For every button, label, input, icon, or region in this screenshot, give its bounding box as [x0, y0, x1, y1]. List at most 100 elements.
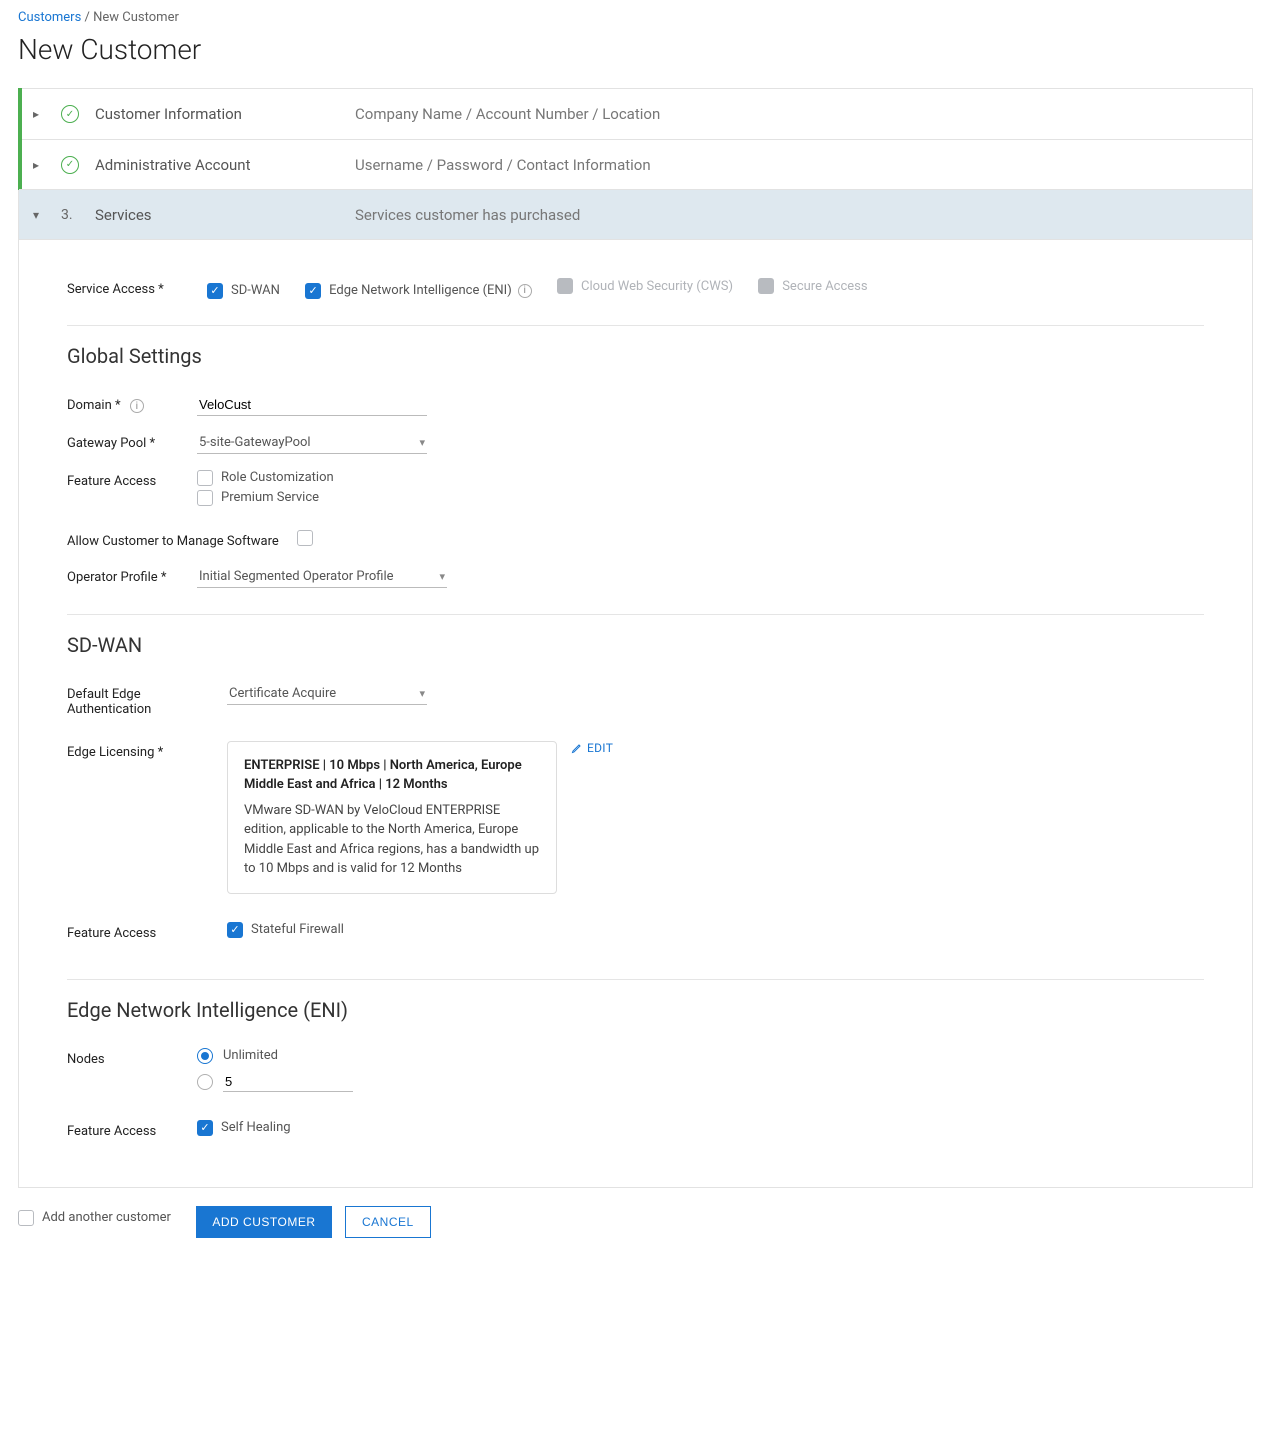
- checkbox-checked-icon: ✓: [227, 922, 243, 938]
- operator-profile-select[interactable]: Initial Segmented Operator Profile ▾: [197, 566, 447, 588]
- step-desc: Company Name / Account Number / Location: [355, 105, 660, 123]
- sdwan-feature-access-label: Feature Access: [67, 922, 227, 941]
- chk-sdwan-label: SD-WAN: [231, 283, 280, 298]
- step-title: Administrative Account: [95, 156, 355, 174]
- step-title: Services: [95, 206, 355, 224]
- gateway-pool-row: Gateway Pool * 5-site-GatewayPool ▾: [67, 424, 1204, 462]
- edit-license-link[interactable]: EDIT: [571, 741, 613, 755]
- edge-licensing-row: Edge Licensing * ENTERPRISE | 10 Mbps | …: [67, 725, 1204, 902]
- stepper: ▸ ✓ Customer Information Company Name / …: [18, 88, 1253, 1188]
- service-access-row: Service Access * ✓ SD-WAN ✓ Edge Network…: [67, 270, 1204, 307]
- license-title: ENTERPRISE | 10 Mbps | North America, Eu…: [244, 756, 540, 795]
- chk-premium-service-label: Premium Service: [221, 490, 319, 505]
- chevron-down-icon: ▾: [33, 208, 47, 222]
- radio-selected-icon: [197, 1048, 213, 1064]
- breadcrumb-current: New Customer: [93, 10, 179, 25]
- checkbox-disabled-icon: [758, 278, 774, 294]
- default-edge-auth-value: Certificate Acquire: [229, 686, 336, 701]
- node-count-input[interactable]: [223, 1072, 353, 1092]
- radio-unselected-icon: [197, 1074, 213, 1090]
- domain-input[interactable]: [197, 394, 427, 416]
- checkbox-checked-icon: ✓: [207, 283, 223, 299]
- chk-add-another[interactable]: Add another customer: [18, 1210, 171, 1226]
- checkbox-unchecked-icon: [197, 470, 213, 486]
- chk-add-another-label: Add another customer: [42, 1210, 171, 1225]
- footer: Add another customer ADD CUSTOMER CANCEL: [18, 1188, 1253, 1238]
- chevron-down-icon: ▾: [439, 570, 445, 583]
- domain-row: Domain * i: [67, 386, 1204, 424]
- breadcrumb-sep: /: [81, 10, 93, 25]
- default-edge-auth-row: Default Edge Authentication Certificate …: [67, 675, 1204, 725]
- allow-manage-row: Allow Customer to Manage Software: [67, 514, 1204, 558]
- feature-access-row: Feature Access Role Customization Premiu…: [67, 462, 1204, 514]
- default-edge-auth-label: Default Edge Authentication: [67, 683, 227, 717]
- checkbox-disabled-icon: [557, 278, 573, 294]
- default-edge-auth-select[interactable]: Certificate Acquire ▾: [227, 683, 427, 705]
- radio-unlimited-label: Unlimited: [223, 1048, 278, 1063]
- allow-manage-label: Allow Customer to Manage Software: [67, 530, 297, 549]
- chk-cws[interactable]: Cloud Web Security (CWS): [557, 278, 733, 294]
- nodes-label: Nodes: [67, 1048, 197, 1067]
- service-access-label: Service Access *: [67, 278, 207, 297]
- chk-self-healing[interactable]: ✓ Self Healing: [197, 1120, 291, 1136]
- check-circle-icon: ✓: [61, 105, 79, 123]
- step-customer-information[interactable]: ▸ ✓ Customer Information Company Name / …: [19, 89, 1252, 139]
- operator-profile-value: Initial Segmented Operator Profile: [199, 569, 394, 584]
- chevron-down-icon: ▾: [419, 687, 425, 700]
- eni-feature-access-row: Feature Access ✓ Self Healing: [67, 1108, 1204, 1147]
- info-icon[interactable]: i: [130, 399, 144, 413]
- step-services[interactable]: ▾ 3. Services Services customer has purc…: [19, 189, 1252, 239]
- step-number: 3.: [61, 207, 79, 223]
- step-title: Customer Information: [95, 105, 355, 123]
- eni-feature-access-label: Feature Access: [67, 1120, 197, 1139]
- step-desc: Username / Password / Contact Informatio…: [355, 156, 651, 174]
- chk-premium-service[interactable]: Premium Service: [197, 490, 1182, 506]
- chk-eni-label: Edge Network Intelligence (ENI): [329, 283, 512, 298]
- checkbox-checked-icon: ✓: [305, 283, 321, 299]
- eni-title: Edge Network Intelligence (ENI): [67, 998, 1204, 1022]
- checkbox-unchecked-icon: [18, 1210, 34, 1226]
- gateway-pool-label: Gateway Pool *: [67, 432, 197, 451]
- chk-stateful-firewall-label: Stateful Firewall: [251, 922, 344, 937]
- sdwan-feature-access-row: Feature Access ✓ Stateful Firewall: [67, 902, 1204, 949]
- chk-role-customization-label: Role Customization: [221, 470, 334, 485]
- divider: [67, 614, 1204, 615]
- chk-role-customization[interactable]: Role Customization: [197, 470, 1182, 486]
- edit-label: EDIT: [587, 741, 613, 755]
- feature-access-label: Feature Access: [67, 470, 197, 489]
- chk-stateful-firewall[interactable]: ✓ Stateful Firewall: [227, 922, 344, 938]
- chk-cws-label: Cloud Web Security (CWS): [581, 279, 733, 294]
- chevron-right-icon: ▸: [33, 158, 47, 172]
- breadcrumb: Customers / New Customer: [18, 10, 1253, 25]
- license-card: ENTERPRISE | 10 Mbps | North America, Eu…: [227, 741, 557, 894]
- step-admin-account[interactable]: ▸ ✓ Administrative Account Username / Pa…: [19, 139, 1252, 189]
- breadcrumb-root-link[interactable]: Customers: [18, 10, 81, 25]
- chk-secure-access[interactable]: Secure Access: [758, 278, 867, 294]
- check-circle-icon: ✓: [61, 156, 79, 174]
- chk-secure-access-label: Secure Access: [782, 279, 867, 294]
- chk-eni[interactable]: ✓ Edge Network Intelligence (ENI) i: [305, 283, 532, 299]
- gateway-pool-select[interactable]: 5-site-GatewayPool ▾: [197, 432, 427, 454]
- global-settings-title: Global Settings: [67, 344, 1204, 368]
- chk-self-healing-label: Self Healing: [221, 1120, 291, 1135]
- services-body: Service Access * ✓ SD-WAN ✓ Edge Network…: [19, 239, 1252, 1187]
- add-customer-button[interactable]: ADD CUSTOMER: [196, 1206, 331, 1238]
- chk-sdwan[interactable]: ✓ SD-WAN: [207, 283, 280, 299]
- chk-allow-manage[interactable]: [297, 530, 313, 546]
- operator-profile-label: Operator Profile *: [67, 566, 197, 585]
- divider: [67, 325, 1204, 326]
- page-title: New Customer: [18, 33, 1253, 66]
- license-desc: VMware SD-WAN by VeloCloud ENTERPRISE ed…: [244, 801, 540, 879]
- radio-unlimited[interactable]: Unlimited: [197, 1048, 1204, 1064]
- gateway-pool-value: 5-site-GatewayPool: [199, 435, 311, 450]
- chevron-down-icon: ▾: [419, 436, 425, 449]
- radio-count[interactable]: [197, 1072, 1204, 1092]
- sdwan-title: SD-WAN: [67, 633, 1204, 657]
- edge-licensing-label: Edge Licensing *: [67, 741, 227, 760]
- domain-label: Domain * i: [67, 394, 197, 414]
- nodes-row: Nodes Unlimited: [67, 1040, 1204, 1108]
- chevron-right-icon: ▸: [33, 107, 47, 121]
- cancel-button[interactable]: CANCEL: [345, 1206, 431, 1238]
- step-desc: Services customer has purchased: [355, 206, 580, 224]
- info-icon[interactable]: i: [518, 284, 532, 298]
